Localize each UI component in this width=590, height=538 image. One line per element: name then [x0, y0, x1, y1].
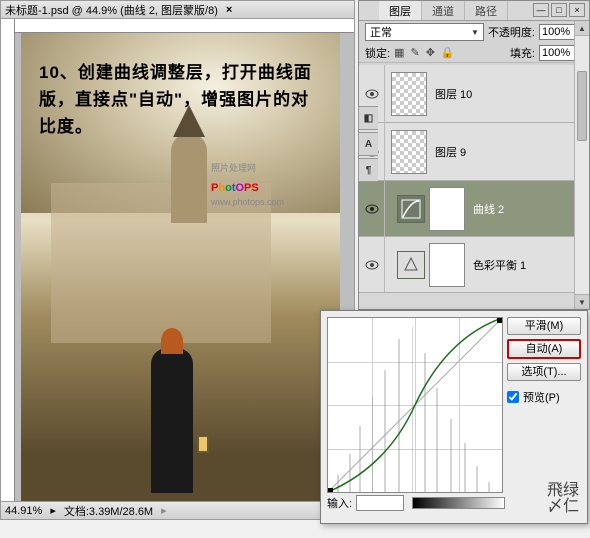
blend-mode-row: 正常 ▼ 不透明度: 100%▸ [359, 21, 589, 43]
tutorial-caption: 10、创建曲线调整层，打开曲线面版，直接点"自动"，增强图片的对比度。 [39, 59, 323, 141]
scroll-up-icon[interactable]: ▲ [575, 21, 589, 36]
dock-tabs: ◧ A ¶ [358, 106, 380, 182]
doc-size: 文档:3.39M/28.6M [64, 503, 153, 519]
curves-dialog[interactable]: 输入: 平滑(M) 自动(A) 选项(T)... 预览(P) 飛绿〆仁 [320, 310, 588, 524]
signature: 飛绿〆仁 [547, 483, 579, 515]
visibility-icon[interactable] [359, 181, 385, 236]
opacity-label: 不透明度: [488, 24, 535, 40]
layer-mask-thumbnail[interactable] [429, 187, 465, 231]
layer-row[interactable]: 色彩平衡 1 [359, 237, 589, 293]
lock-label: 锁定: [365, 45, 390, 61]
canvas-area[interactable]: 10、创建曲线调整层，打开曲线面版，直接点"自动"，增强图片的对比度。 照片处理… [15, 33, 340, 501]
tab-layers[interactable]: 图层 [379, 1, 422, 20]
zoom-level[interactable]: 44.91% [5, 505, 42, 517]
horizontal-ruler [15, 19, 354, 33]
layer-row[interactable]: 图层 9 [359, 123, 589, 181]
scroll-thumb[interactable] [577, 71, 587, 141]
dock-tab-type[interactable]: A [358, 132, 378, 156]
tab-paths[interactable]: 路径 [465, 1, 508, 20]
curves-input-label: 输入: [327, 495, 352, 511]
layer-thumbnail[interactable] [391, 130, 427, 174]
close-tab-icon[interactable]: × [226, 4, 232, 16]
photops-logo: 照片处理网 PhotOPS www.photops.com [211, 161, 284, 207]
document-title: 未标题-1.psd @ 44.9% (曲线 2, 图层蒙版/8) [5, 2, 218, 18]
input-gradient[interactable] [412, 497, 505, 509]
layers-panel: 图层 通道 路径 ▾≡ 正常 ▼ 不透明度: 100%▸ 锁定: ▦ ✎ ✥ 🔒… [358, 0, 590, 310]
dock-tab-styles[interactable]: ◧ [358, 106, 378, 130]
options-button[interactable]: 选项(T)... [507, 363, 581, 381]
lock-transparency-icon[interactable]: ▦ [394, 46, 404, 59]
lock-paint-icon[interactable]: ✎ [410, 46, 419, 59]
preview-checkbox-input[interactable] [507, 391, 519, 403]
layers-scrollbar[interactable]: ▲ ▼ [574, 21, 589, 309]
preview-checkbox[interactable]: 预览(P) [507, 389, 581, 405]
curves-input-field[interactable] [356, 495, 404, 511]
canvas-image[interactable]: 10、创建曲线调整层，打开曲线面版，直接点"自动"，增强图片的对比度。 照片处理… [21, 33, 340, 501]
layer-row[interactable]: 图层 10 [359, 65, 589, 123]
maximize-icon[interactable]: □ [551, 3, 567, 17]
vertical-ruler [1, 19, 15, 501]
lock-position-icon[interactable]: ✥ [426, 46, 435, 59]
panel-window-buttons: — □ × [533, 3, 585, 17]
layer-name[interactable]: 色彩平衡 1 [465, 257, 526, 273]
document-window: 未标题-1.psd @ 44.9% (曲线 2, 图层蒙版/8) × 10、创建… [0, 0, 355, 520]
fill-label: 填充: [510, 45, 535, 61]
curves-graph[interactable] [327, 317, 503, 493]
layer-thumbnail[interactable] [391, 72, 427, 116]
blend-mode-value: 正常 [370, 24, 392, 40]
layer-name[interactable]: 曲线 2 [465, 201, 504, 217]
tab-channels[interactable]: 通道 [422, 1, 465, 20]
chevron-down-icon: ▼ [471, 28, 479, 37]
scroll-down-icon[interactable]: ▼ [575, 294, 589, 309]
curves-adjust-icon [397, 195, 425, 223]
minimize-icon[interactable]: — [533, 3, 549, 17]
close-icon[interactable]: × [569, 3, 585, 17]
lock-all-icon[interactable]: 🔒 [441, 46, 455, 59]
layer-name[interactable]: 图层 9 [427, 144, 466, 160]
color-balance-icon [397, 251, 425, 279]
visibility-icon[interactable] [359, 237, 385, 292]
smooth-button[interactable]: 平滑(M) [507, 317, 581, 335]
triangle-icon[interactable]: ▸ [50, 504, 56, 517]
auto-button[interactable]: 自动(A) [507, 339, 581, 359]
document-tab-bar: 未标题-1.psd @ 44.9% (曲线 2, 图层蒙版/8) × [1, 1, 354, 19]
layer-mask-thumbnail[interactable] [429, 243, 465, 287]
blend-mode-select[interactable]: 正常 ▼ [365, 23, 484, 41]
curve-line[interactable] [328, 318, 502, 492]
chevron-right-icon[interactable]: ▸ [161, 504, 167, 517]
lock-row: 锁定: ▦ ✎ ✥ 🔒 填充: 100%▸ [359, 43, 589, 63]
layers-list[interactable]: 图层 10 图层 9 曲线 2 [359, 65, 589, 309]
status-bar: 44.91% ▸ 文档:3.39M/28.6M ▸ [1, 501, 354, 519]
layer-row[interactable]: 曲线 2 [359, 181, 589, 237]
layer-name[interactable]: 图层 10 [427, 86, 472, 102]
dock-tab-paragraph[interactable]: ¶ [358, 158, 378, 182]
